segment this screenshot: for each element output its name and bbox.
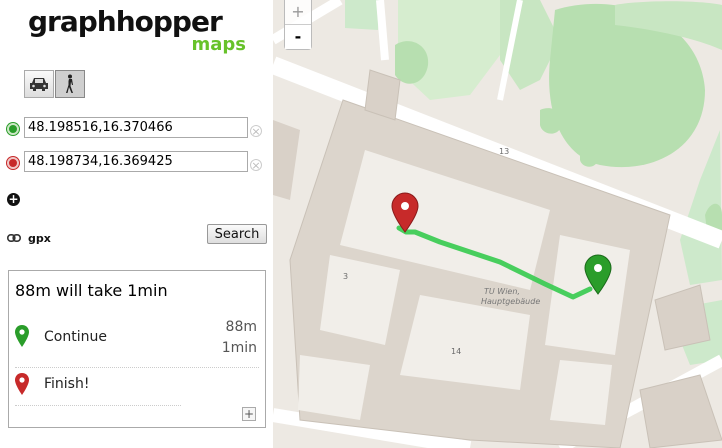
- house-number-label: 14: [451, 347, 462, 356]
- end-point-icon: [7, 157, 19, 169]
- house-number-label: 13: [499, 147, 510, 156]
- car-vehicle-button[interactable]: [24, 70, 54, 98]
- graphhopper-logo[interactable]: graphhopper maps: [28, 6, 248, 56]
- building-label: Hauptgebäude: [481, 297, 541, 306]
- start-point-input[interactable]: [24, 117, 248, 138]
- clear-start-icon[interactable]: ×: [250, 125, 262, 138]
- search-button[interactable]: Search: [207, 224, 267, 244]
- instruction-text: Finish!: [44, 376, 90, 392]
- green-marker-icon: [15, 325, 29, 347]
- route-results-panel: 88m will take 1min Continue 88m 1min Fin…: [8, 270, 266, 428]
- instruction-item[interactable]: Continue 88m 1min: [9, 317, 265, 357]
- end-point-input[interactable]: [24, 151, 248, 172]
- house-number-label: 3: [343, 272, 349, 281]
- instruction-time: 1min: [221, 340, 257, 356]
- add-point-icon[interactable]: +: [7, 193, 20, 206]
- walk-icon: [66, 74, 73, 93]
- zoom-in-button[interactable]: +: [285, 0, 311, 25]
- instruction-divider: [15, 405, 181, 406]
- gpx-link[interactable]: gpx: [28, 232, 51, 245]
- start-point-icon: [7, 123, 19, 135]
- clear-end-icon[interactable]: ×: [250, 159, 262, 172]
- sidebar: graphhopper maps × × + gpx Search 88m wi…: [0, 0, 273, 448]
- route-summary: 88m will take 1min: [15, 281, 168, 300]
- zoom-control: + -: [284, 0, 312, 50]
- expand-instructions-button[interactable]: +: [242, 407, 256, 421]
- map-view[interactable]: 13 3 14 TU Wien, Hauptgebäude: [273, 0, 722, 448]
- foot-vehicle-button[interactable]: [55, 70, 85, 98]
- logo-sub-text: maps: [191, 34, 246, 55]
- instruction-text: Continue: [44, 329, 107, 345]
- red-marker-icon: [15, 373, 29, 395]
- map-canvas[interactable]: [273, 0, 722, 448]
- building-label: TU Wien,: [484, 287, 520, 296]
- instruction-distance: 88m: [225, 319, 257, 335]
- zoom-out-button[interactable]: -: [285, 25, 311, 49]
- link-icon[interactable]: [7, 234, 21, 242]
- car-icon: [30, 78, 48, 91]
- instruction-item[interactable]: Finish!: [9, 365, 265, 405]
